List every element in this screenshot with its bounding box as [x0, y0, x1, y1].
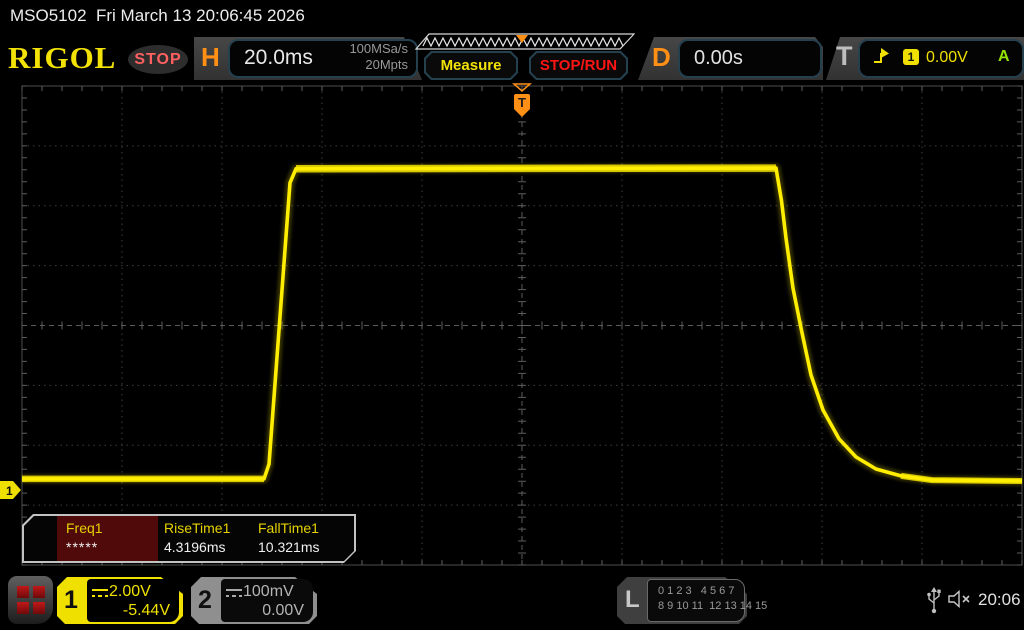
- clock: 20:06: [978, 590, 1021, 609]
- channel-2-number: 2: [198, 586, 212, 614]
- channel-2-scale: 100mV: [243, 583, 294, 600]
- logic-label: L: [625, 586, 640, 613]
- measurement-value: *****: [66, 539, 99, 555]
- measurement-value: 4.3196ms: [164, 539, 226, 555]
- measurement-value: 10.321ms: [258, 539, 320, 555]
- dc-coupling-icon: [226, 589, 242, 597]
- menu-button[interactable]: [8, 576, 53, 624]
- channel-2-values: 100mV 0.00V: [221, 579, 313, 622]
- channel-1-number: 1: [64, 586, 78, 614]
- measurement-panel[interactable]: Freq1 ***** RiseTime1 4.3196ms FallTime1…: [22, 514, 356, 563]
- logic-channels-widget[interactable]: 0 1 2 3 4 5 6 7 8 9 10 11 12 13 14 15 L: [617, 577, 767, 624]
- logic-channels-row1: 0 1 2 3 4 5 6 7: [658, 585, 735, 597]
- svg-text:1: 1: [6, 484, 13, 498]
- measurement-panel-body: Freq1 ***** RiseTime1 4.3196ms FallTime1…: [24, 516, 354, 561]
- measurement-label: FallTime1: [258, 520, 319, 536]
- channel-2-offset: 0.00V: [262, 602, 304, 619]
- menu-grid-icon: [17, 586, 45, 614]
- usb-icon: [927, 587, 941, 614]
- dc-coupling-icon: [92, 589, 108, 597]
- measurement-label: RiseTime1: [164, 520, 231, 536]
- channel-1-level-marker[interactable]: 1: [0, 481, 21, 499]
- speaker-muted-icon: [948, 590, 970, 608]
- channel-1-values: 2.00V -5.44V: [87, 579, 179, 622]
- channel-1-widget[interactable]: 2.00V -5.44V 1: [57, 577, 183, 624]
- channel-2-widget[interactable]: 100mV 0.00V 2: [191, 577, 317, 624]
- measurement-label: Freq1: [66, 520, 103, 536]
- logic-channels-row2: 8 9 10 11 12 13 14 15: [658, 600, 768, 612]
- channel-1-scale: 2.00V: [109, 583, 151, 600]
- logic-values: 0 1 2 3 4 5 6 7 8 9 10 11 12 13 14 15: [647, 579, 767, 622]
- channel-1-offset: -5.44V: [122, 602, 170, 619]
- svg-text:T: T: [518, 95, 526, 110]
